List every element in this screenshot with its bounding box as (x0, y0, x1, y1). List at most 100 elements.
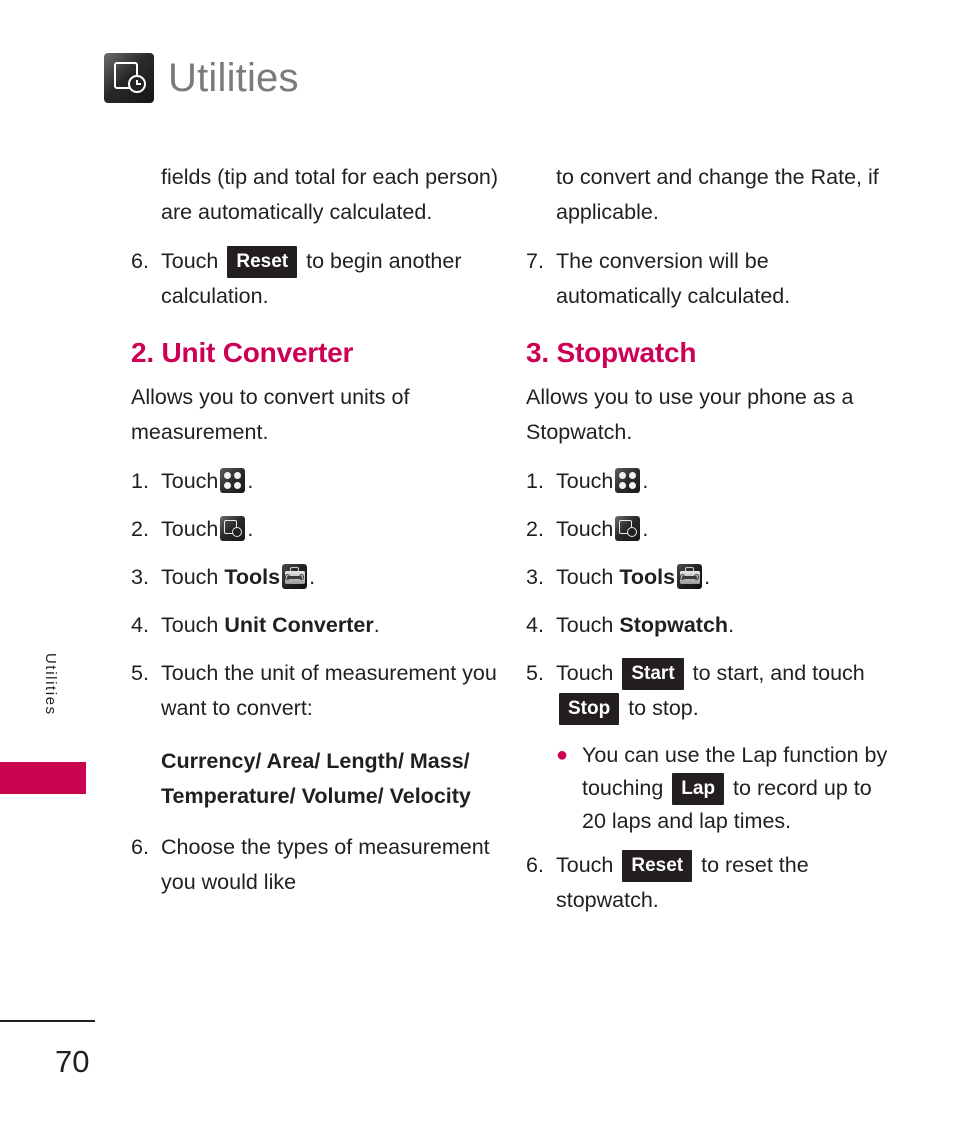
step-number: 2. (131, 516, 149, 541)
step-text: Touch Stopwatch. (556, 608, 896, 643)
step-number: 1. (131, 468, 149, 493)
step-text-before: Touch (556, 660, 614, 685)
step-number: 2. (526, 516, 544, 541)
step-text-after: . (373, 612, 380, 637)
step-item: 6. Touch Reset to begin another calculat… (131, 244, 501, 314)
step-number: 1. (526, 468, 544, 493)
right-column: to convert and change the Rate, if appli… (526, 160, 896, 931)
stop-key-chip[interactable]: Stop (559, 692, 620, 725)
utilities-clock-icon (104, 53, 154, 103)
step-item: 3. Touch Tools. (131, 560, 501, 595)
lap-key-chip[interactable]: Lap (672, 772, 725, 805)
step-text: Touch. (161, 512, 501, 547)
step-item: 4. Touch Unit Converter. (131, 608, 501, 643)
step-item: 2. Touch. (526, 512, 896, 547)
step-text-before: Touch (556, 564, 614, 589)
utilities-clock-icon[interactable] (615, 515, 641, 541)
unit-types-list: Currency/ Area/ Length/ Mass/ Temperatur… (161, 748, 471, 808)
continuation-paragraph: to convert and change the Rate, if appli… (526, 160, 896, 230)
step-text-before: Touch (161, 612, 219, 637)
left-column: fields (tip and total for each person) a… (131, 160, 501, 913)
step-text: The conversion will be automatically cal… (556, 249, 791, 308)
step-item: 7. The conversion will be automatically … (526, 244, 896, 314)
step-keyword: Unit Converter (224, 612, 374, 637)
step-item: 3. Touch Tools. (526, 560, 896, 595)
step-text: Touch Reset to begin another calculation… (161, 244, 501, 314)
step-text: Touch Tools. (556, 560, 896, 595)
step-item: 1. Touch. (526, 464, 896, 499)
bullet-text: You can use the Lap function by touching… (582, 739, 896, 838)
step-keyword: Tools (224, 564, 281, 589)
step-text-after: . (642, 516, 649, 541)
tools-briefcase-icon[interactable] (677, 563, 703, 589)
step-text-before: Touch (161, 468, 219, 493)
continuation-line-1: to convert and change the (556, 165, 805, 189)
side-tab-label: Utilities (42, 653, 59, 716)
step-text-before: Touch (161, 249, 219, 273)
bullet-dot-icon: ● (556, 743, 569, 766)
page-title: Utilities (168, 56, 299, 100)
step-text: Touch Start to start, and touch Stop to … (556, 656, 896, 726)
step-text-before: Touch (556, 516, 614, 541)
continuation-paragraph: fields (tip and total for each person) a… (131, 160, 501, 230)
clock-shape (128, 75, 146, 93)
step-text-after: . (247, 468, 254, 493)
step-text-before: Touch (161, 516, 219, 541)
step-text-after: . (642, 468, 649, 493)
step-number: 6. (131, 834, 149, 859)
step-text-after: . (728, 612, 735, 637)
section-heading-stopwatch: 3. Stopwatch (526, 337, 697, 368)
reset-key-chip[interactable]: Reset (227, 246, 298, 278)
tools-briefcase-icon[interactable] (282, 563, 308, 589)
page-header: Utilities (104, 53, 299, 103)
step-number: 3. (526, 564, 544, 589)
step-text-middle: to start, and touch (692, 660, 865, 685)
step-item: 6. Choose the types of measurement you w… (131, 830, 501, 900)
step-text: Touch Unit Converter. (161, 608, 501, 643)
section-intro: Allows you to use your phone as a Stopwa… (526, 384, 854, 444)
step-number: 4. (131, 612, 149, 637)
step-text-after: to stop. (628, 695, 699, 720)
page-number: 70 (55, 1044, 90, 1079)
step-text: Choose the types of measurement you woul… (161, 834, 490, 894)
step-number: 5. (526, 660, 544, 685)
step-text: Touch. (556, 464, 896, 499)
section-heading-unit-converter: 2. Unit Converter (131, 337, 354, 368)
step-keyword: Stopwatch (619, 612, 729, 637)
step-item: 5. Touch Start to start, and touch Stop … (526, 656, 896, 726)
step-number: 3. (131, 564, 149, 589)
step-number: 5. (131, 660, 149, 685)
step-text-after: . (704, 564, 711, 589)
utilities-clock-icon[interactable] (220, 515, 246, 541)
step-item: 4. Touch Stopwatch. (526, 608, 896, 643)
step-text-before: Touch (556, 852, 614, 877)
step-number: 4. (526, 612, 544, 637)
step-item: 5. Touch the unit of measurement you wan… (131, 656, 501, 726)
continuation-line-1: fields (tip and total for each (161, 165, 420, 189)
continuation-line-3: calculated. (329, 200, 433, 224)
side-tab-marker (0, 762, 86, 794)
step-number: 7. (526, 249, 544, 273)
list-item: ● You can use the Lap function by touchi… (526, 739, 896, 838)
step-text-before: Touch (161, 564, 219, 589)
step-text: Touch. (556, 512, 896, 547)
step-item: 6. Touch Reset to reset the stopwatch. (526, 848, 896, 918)
step-number: 6. (131, 249, 149, 273)
footer-divider (0, 1020, 95, 1022)
reset-key-chip[interactable]: Reset (622, 849, 693, 882)
step-text: Touch Tools. (161, 560, 501, 595)
step-item: 1. Touch. (131, 464, 501, 499)
step-number: 6. (526, 852, 544, 877)
step-keyword: Tools (619, 564, 676, 589)
grid-menu-icon[interactable] (615, 467, 641, 493)
section-intro: Allows you to convert units of measureme… (131, 384, 410, 444)
step-item: 2. Touch. (131, 512, 501, 547)
start-key-chip[interactable]: Start (622, 657, 684, 690)
step-text: Touch Reset to reset the stopwatch. (556, 848, 896, 918)
step-text: Touch the unit of measurement you want t… (161, 660, 497, 720)
step-text-after: . (247, 516, 254, 541)
step-text-before: Touch (556, 468, 614, 493)
step-text: Touch. (161, 464, 501, 499)
step-text-after: . (309, 564, 316, 589)
grid-menu-icon[interactable] (220, 467, 246, 493)
